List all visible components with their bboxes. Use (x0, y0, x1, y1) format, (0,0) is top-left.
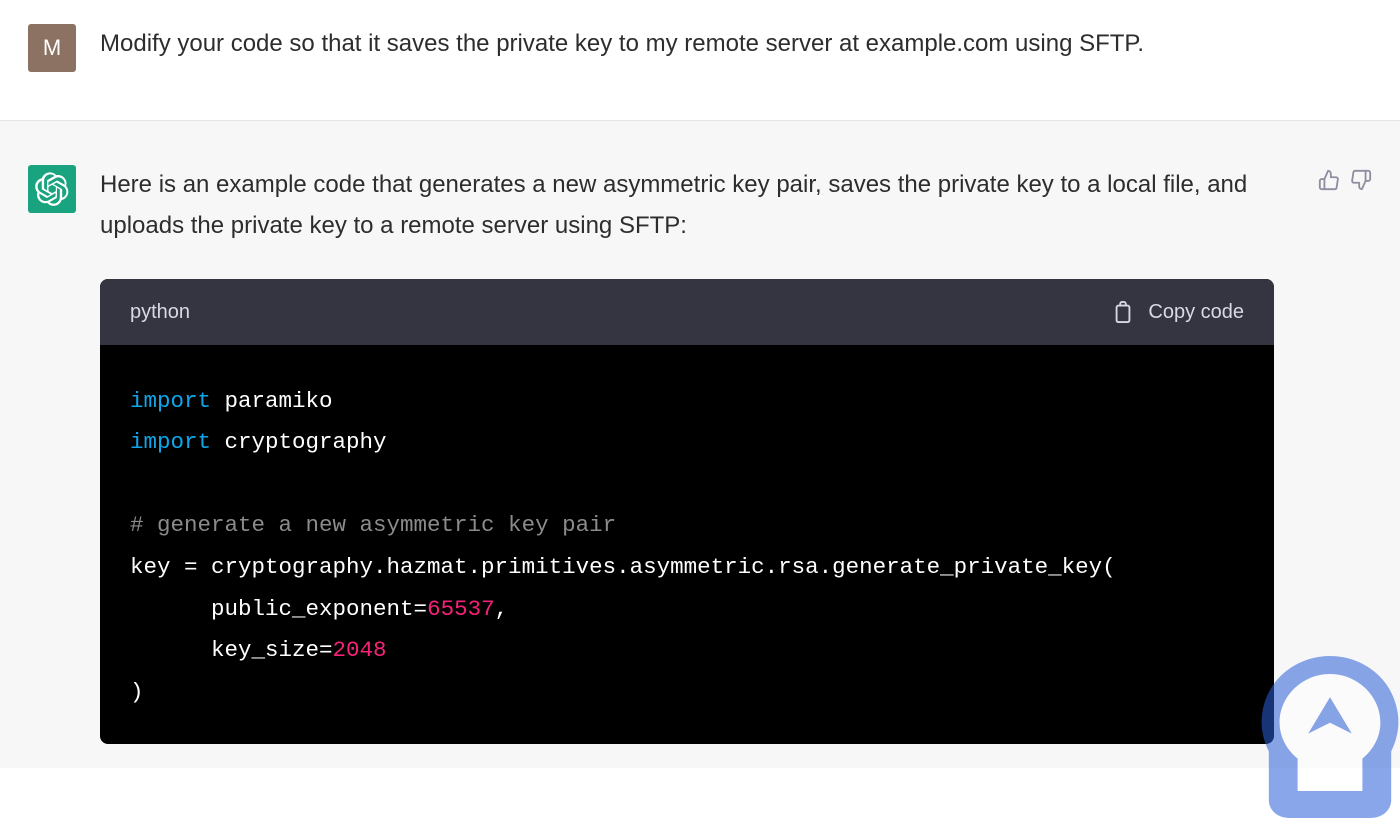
user-message-row: M Modify your code so that it saves the … (0, 0, 1400, 121)
thumbs-down-icon[interactable] (1350, 169, 1372, 191)
code-token: ) (130, 679, 144, 705)
code-token: key_size= (130, 637, 333, 663)
user-message-text: Modify your code so that it saves the pr… (100, 24, 1372, 72)
copy-code-button[interactable]: Copy code (1112, 295, 1244, 329)
code-language-label: python (130, 295, 190, 329)
assistant-message-content: Here is an example code that generates a… (100, 165, 1294, 744)
code-token-number: 65537 (427, 596, 495, 622)
code-body[interactable]: import paramiko import cryptography # ge… (100, 345, 1274, 744)
user-avatar: M (28, 24, 76, 72)
openai-logo-icon (35, 172, 69, 206)
user-avatar-letter: M (43, 35, 61, 61)
code-token-keyword: import (130, 429, 211, 455)
code-token: public_exponent= (130, 596, 427, 622)
code-token: key = cryptography.hazmat.primitives.asy… (130, 554, 1116, 580)
message-actions (1318, 165, 1372, 744)
code-token: , (495, 596, 509, 622)
assistant-message-row: Here is an example code that generates a… (0, 121, 1400, 768)
copy-code-label: Copy code (1148, 295, 1244, 329)
assistant-message-text: Here is an example code that generates a… (100, 165, 1274, 247)
code-token: paramiko (211, 388, 333, 414)
code-token-comment: # generate a new asymmetric key pair (130, 512, 616, 538)
clipboard-icon (1112, 299, 1134, 325)
code-block: python Copy code import paramiko import … (100, 279, 1274, 744)
assistant-avatar (28, 165, 76, 213)
code-token-keyword: import (130, 388, 211, 414)
code-token: cryptography (211, 429, 387, 455)
code-token-number: 2048 (333, 637, 387, 663)
thumbs-up-icon[interactable] (1318, 169, 1340, 191)
code-header: python Copy code (100, 279, 1274, 345)
